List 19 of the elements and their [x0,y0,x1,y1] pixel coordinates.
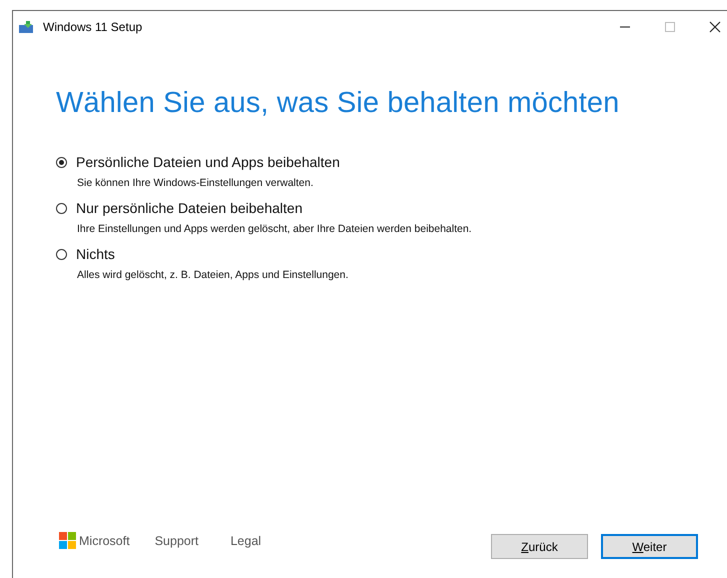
window-title: Windows 11 Setup [43,20,142,34]
brand-name: Microsoft [79,534,130,548]
option-label[interactable]: Nur persönliche Dateien beibehalten [76,200,302,216]
setup-icon [18,20,34,34]
logo-icon [59,532,76,549]
close-icon[interactable] [709,21,721,33]
next-button[interactable]: Weiter [601,534,698,559]
footer-link[interactable]: Legal [230,534,262,548]
radio-button[interactable] [56,156,67,168]
option-description: Ihre Einstellungen und Apps werden gelöscht, aber Ihre Dateien werden beibehalten. [77,223,473,235]
radio-button[interactable] [56,202,67,214]
radio-button[interactable] [56,248,67,260]
option-label[interactable]: Nichts [76,246,115,262]
option-label[interactable]: Persönliche Dateien und Apps beibehalten [76,154,340,170]
option-description: Sie können Ihre Windows-Einstellungen verwalten. [77,177,314,189]
footer-link[interactable]: Support [154,534,198,548]
option-description: Alles wird gelöscht, z. B. Dateien, Apps und Einstellungen. [77,269,350,281]
back-button[interactable]: Zurück [491,534,588,559]
page-heading: Wählen Sie aus, was Sie behalten möchten [56,87,620,120]
